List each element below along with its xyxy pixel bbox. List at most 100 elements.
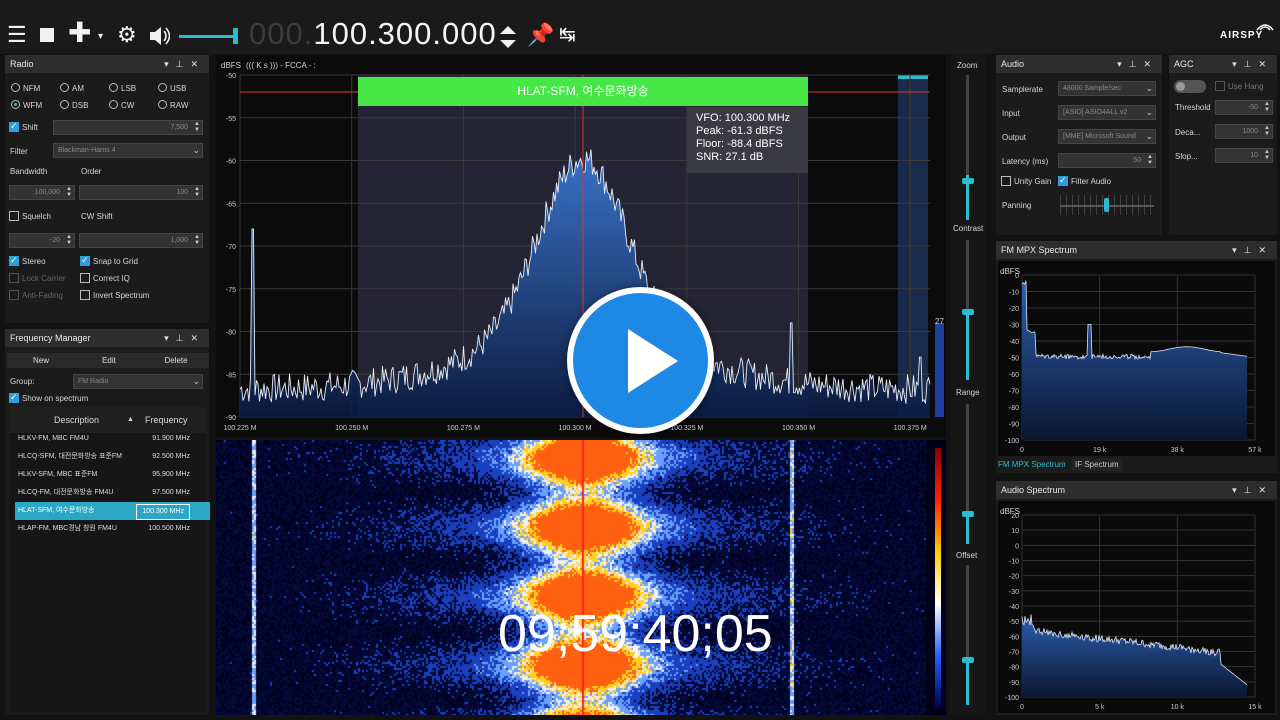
mode-wfm-radio[interactable] [11, 100, 20, 109]
table-row[interactable]: HLAP-FM, MBC경남 창원 FM4U 100.500 MHz [15, 520, 210, 538]
latency-value: 50 [1133, 157, 1141, 164]
spinner-icon[interactable]: ▲ ▼ [1264, 125, 1270, 137]
range-knob[interactable] [962, 511, 974, 517]
edit-button[interactable]: Edit [75, 353, 143, 368]
show-on-spectrum-checkbox[interactable] [9, 392, 19, 403]
waterfall-canvas[interactable] [216, 440, 926, 715]
video-play-button[interactable] [567, 287, 714, 434]
squelch-input[interactable]: -20 ▲ ▼ [9, 233, 75, 248]
slope-input[interactable]: 10 ▲ ▼ [1215, 148, 1273, 163]
decay-input[interactable]: 1000 ▲ ▼ [1215, 124, 1273, 139]
menu-icon[interactable]: ☰ [7, 22, 27, 48]
spinner-icon[interactable]: ▲ ▼ [194, 121, 200, 133]
panel-controls[interactable]: ▾⊥✕ [1232, 55, 1273, 73]
chevron-down-icon[interactable]: ⌄ [192, 144, 200, 157]
y-tick-label: -55 [226, 116, 236, 123]
y-tick-label: -90 [1009, 422, 1019, 429]
order-input[interactable]: 100 ▲ ▼ [79, 185, 203, 200]
waterfall-view[interactable] [216, 440, 946, 715]
panel-title: AGC [1174, 59, 1194, 69]
threshold-input[interactable]: -50 ▲ ▼ [1215, 100, 1273, 115]
output-select[interactable]: [MME] Microsoft Sound ⌄ [1058, 129, 1156, 144]
tab-fm-mpx[interactable]: FM MPX Spectrum [998, 458, 1066, 471]
zoom-knob[interactable] [962, 178, 974, 184]
add-icon[interactable]: ✚ [68, 19, 91, 47]
speaker-icon[interactable] [148, 25, 170, 47]
vfo-frequency[interactable]: 000.100.300.000 [249, 16, 497, 52]
shift-input[interactable]: 7,500 ▲ ▼ [53, 120, 203, 135]
mode-am-radio[interactable] [60, 83, 69, 92]
y-tick-label: -85 [226, 372, 236, 379]
contrast-knob[interactable] [962, 309, 974, 315]
shift-checkbox[interactable] [9, 121, 19, 132]
table-row[interactable]: HLKV-FM, MBC FM4U 91.900 MHz [15, 430, 210, 448]
group-select[interactable]: FM Radio ⌄ [73, 374, 203, 389]
spinner-icon[interactable]: ▲ ▼ [194, 186, 200, 198]
tab-if-spectrum[interactable]: IF Spectrum [1072, 458, 1122, 471]
y-tick-label: 20 [1011, 513, 1019, 520]
volume-slider[interactable] [179, 35, 237, 38]
mode-lsb-radio[interactable] [109, 83, 118, 92]
tuning-arrows-icon[interactable] [498, 24, 518, 50]
delete-button[interactable]: Delete [143, 353, 209, 368]
unity-gain-checkbox[interactable] [1001, 176, 1011, 186]
stereo-checkbox[interactable] [9, 255, 19, 266]
spinner-icon[interactable]: ▲ ▼ [1264, 101, 1270, 113]
table-row[interactable]: HLCQ-FM, 대전문화방송 FM4U 97.500 MHz [15, 484, 210, 502]
panel-controls[interactable]: ▾⊥✕ [1232, 481, 1273, 499]
mode-usb-radio[interactable] [158, 83, 167, 92]
chevron-down-icon[interactable]: ⌄ [1145, 130, 1153, 143]
audio-spec-fill [1022, 614, 1247, 697]
correct-iq-checkbox[interactable] [80, 273, 90, 283]
chevron-down-icon[interactable]: ⌄ [1145, 106, 1153, 119]
show-on-spectrum-label: Show on spectrum [22, 394, 89, 403]
mode-dsb-radio[interactable] [60, 100, 69, 109]
volume-knob[interactable] [233, 28, 238, 44]
spinner-icon[interactable]: ▲ ▼ [66, 186, 72, 198]
mode-nfm-radio[interactable] [11, 83, 20, 92]
y-tick-label: -75 [226, 287, 236, 294]
spinner-icon[interactable]: ▲ ▼ [194, 234, 200, 246]
audio-spectrum-plot-area: dBFS 20 10 0 -10 -20 -30 -40 -50 -60 -70 -80 -90 -10… [998, 501, 1275, 713]
snap-checkbox[interactable] [80, 255, 90, 266]
samplerate-select[interactable]: 48000 Sample/sec ⌄ [1058, 81, 1156, 96]
filter-select[interactable]: Blackman-Harris 4 ⌄ [53, 143, 203, 158]
mode-cw-radio[interactable] [109, 100, 118, 109]
input-value: [ASIO] ASIO4ALL v2 [1063, 109, 1128, 116]
chevron-down-icon[interactable]: ▾ [98, 24, 103, 50]
invert-spectrum-checkbox[interactable] [80, 290, 90, 300]
gear-icon[interactable]: ⚙ [117, 22, 137, 48]
panel-controls[interactable]: ▾⊥✕ [1117, 55, 1158, 73]
offset-knob[interactable] [962, 657, 974, 663]
spinner-icon[interactable]: ▲ ▼ [1264, 149, 1270, 161]
mode-raw-radio[interactable] [158, 100, 167, 109]
filter-audio-checkbox[interactable] [1058, 175, 1068, 186]
panning-knob[interactable] [1104, 198, 1109, 212]
spinner-icon[interactable]: ▲ ▼ [1147, 154, 1153, 166]
chevron-down-icon[interactable]: ⌄ [192, 375, 200, 388]
step-icon[interactable]: ↹ [559, 22, 576, 48]
lock-carrier-checkbox[interactable] [9, 273, 19, 283]
shift-label: Shift [22, 123, 39, 132]
spinner-icon[interactable]: ▲ ▼ [66, 234, 72, 246]
y-tick-label: -40 [1009, 604, 1019, 611]
table-row[interactable]: HLCQ-SFM, 대전문화방송 표준FM 92.500 MHz [15, 448, 210, 466]
table-row[interactable]: HLAT-SFM, 여수문화방송 100.300 MHz [15, 502, 210, 520]
band-label: HLAT-SFM, 여수문화방송 [358, 77, 808, 106]
panel-controls[interactable]: ▾⊥✕ [164, 55, 205, 73]
stop-icon[interactable] [40, 28, 54, 42]
cw-shift-input[interactable]: 1,000 ▲ ▼ [79, 233, 203, 248]
new-button[interactable]: New [7, 353, 75, 368]
use-hang-checkbox[interactable] [1215, 81, 1225, 91]
panel-controls[interactable]: ▾⊥✕ [164, 329, 205, 347]
chevron-down-icon[interactable]: ⌄ [1145, 82, 1153, 95]
input-select[interactable]: [ASIO] ASIO4ALL v2 ⌄ [1058, 105, 1156, 120]
bandwidth-input[interactable]: 100,000 ▲ ▼ [9, 185, 75, 200]
table-row[interactable]: HLKV-SFM, MBC 표준FM 95.900 MHz [15, 466, 210, 484]
pin-icon[interactable]: 📌 [527, 22, 554, 48]
anti-fading-checkbox[interactable] [9, 290, 19, 300]
panel-controls[interactable]: ▾⊥✕ [1232, 241, 1273, 259]
latency-input[interactable]: 50 ▲ ▼ [1058, 153, 1156, 168]
y-tick-label: -30 [1009, 589, 1019, 596]
squelch-checkbox[interactable] [9, 211, 19, 221]
